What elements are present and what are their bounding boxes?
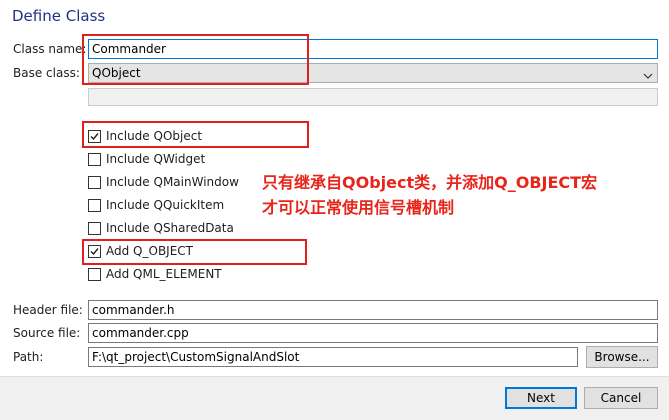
browse-button[interactable]: Browse... [586, 346, 658, 368]
highlight-box-include-qobject [82, 121, 309, 148]
checkbox-include-qmainwindow[interactable] [88, 175, 101, 189]
base-class-label: Base class: [13, 66, 80, 80]
option-label: Include QWidget [106, 152, 206, 166]
disabled-field [88, 88, 658, 106]
checkbox-include-qshareddata[interactable] [88, 221, 101, 235]
option-label: Include QMainWindow [106, 175, 239, 189]
dialog-title: Define Class [12, 7, 106, 25]
class-name-label: Class name: [13, 42, 87, 56]
header-file-label: Header file: [13, 303, 83, 317]
highlight-box-add-q-object [82, 239, 307, 265]
annotation-line-2: 才可以正常使用信号槽机制 [262, 198, 455, 217]
source-file-input[interactable]: commander.cpp [88, 323, 658, 343]
cancel-button[interactable]: Cancel [584, 387, 658, 409]
path-input[interactable]: F:\qt_project\CustomSignalAndSlot [88, 347, 578, 367]
chevron-down-icon [643, 69, 653, 79]
option-label: Include QSharedData [106, 221, 234, 235]
option-add-qml-element[interactable]: Add QML_ELEMENT [88, 265, 222, 283]
path-label: Path: [13, 350, 44, 364]
option-label: Include QQuickItem [106, 198, 225, 212]
next-button[interactable]: Next [505, 387, 577, 409]
option-label: Add QML_ELEMENT [106, 267, 222, 281]
option-include-qshareddata[interactable]: Include QSharedData [88, 219, 234, 237]
checkbox-include-qwidget[interactable] [88, 152, 101, 166]
source-file-label: Source file: [13, 326, 81, 340]
option-include-qwidget[interactable]: Include QWidget [88, 150, 205, 168]
header-file-input[interactable]: commander.h [88, 300, 658, 320]
highlight-box-class-fields [82, 34, 309, 85]
checkbox-include-qquickitem[interactable] [88, 198, 101, 212]
checkbox-add-qml-element[interactable] [88, 267, 101, 281]
annotation-note: 只有继承自QObject类，并添加Q_OBJECT宏 才可以正常使用信号槽机制 [262, 170, 662, 220]
option-include-qquickitem[interactable]: Include QQuickItem [88, 196, 224, 214]
annotation-line-1: 只有继承自QObject类，并添加Q_OBJECT宏 [262, 173, 598, 192]
option-include-qmainwindow[interactable]: Include QMainWindow [88, 173, 239, 191]
